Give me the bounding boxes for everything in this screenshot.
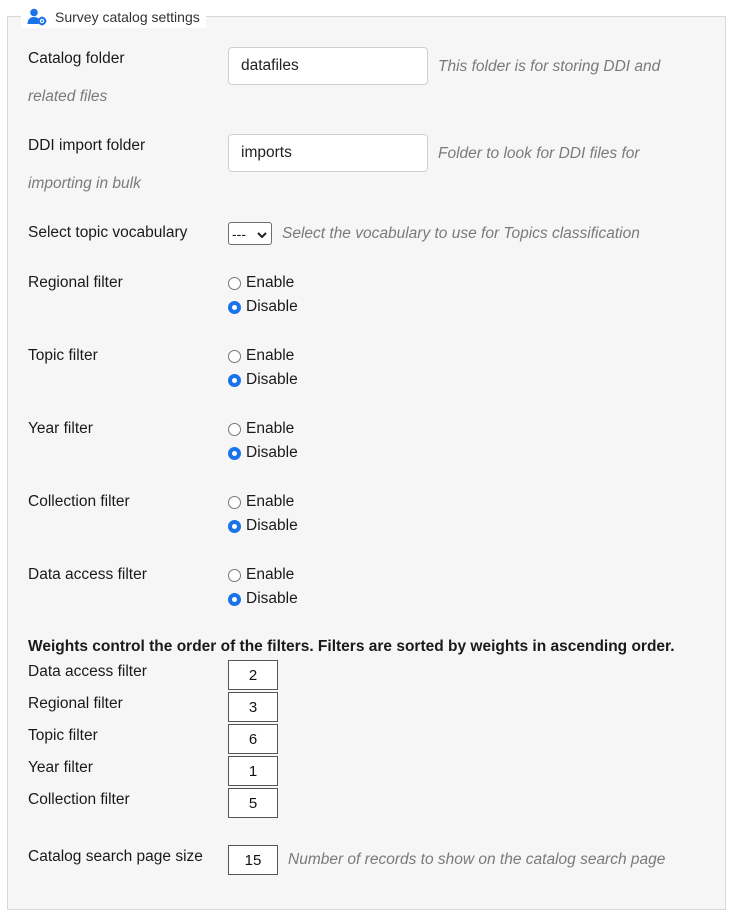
regional-filter-enable-text: Enable [246,274,295,291]
ddi-import-folder-help: Folder to look for DDI files for [438,145,640,162]
data-access-filter-disable-radio[interactable] [228,592,241,606]
ddi-import-folder-label: DDI import folder [28,137,146,154]
year-filter-disable-option[interactable]: Disable [228,444,298,462]
data-access-filter-disable-option[interactable]: Disable [228,590,298,608]
catalog-folder-help: This folder is for storing DDI and [438,58,661,75]
regional-filter-enable-option[interactable]: Enable [228,274,294,292]
year-filter-label: Year filter [28,420,93,437]
weight-data-access-label: Data access filter [28,663,147,680]
weight-year-label: Year filter [28,759,93,776]
topic-filter-enable-radio[interactable] [228,349,241,363]
topic-filter-disable-text: Disable [246,371,298,388]
collection-filter-enable-option[interactable]: Enable [228,493,294,511]
ddi-import-folder-input[interactable] [228,134,428,172]
weight-regional-input[interactable] [228,692,278,722]
data-access-filter-enable-radio[interactable] [228,568,241,582]
catalog-folder-label: Catalog folder [28,50,125,67]
catalog-folder-input[interactable] [228,47,428,85]
page-size-label: Catalog search page size [28,848,203,865]
collection-filter-enable-radio[interactable] [228,495,241,509]
weight-collection-input[interactable] [228,788,278,818]
collection-filter-disable-text: Disable [246,517,298,534]
data-access-filter-enable-option[interactable]: Enable [228,566,294,584]
data-access-filter-disable-text: Disable [246,590,298,607]
ddi-import-folder-help-cont: importing in bulk [28,175,141,192]
topic-filter-enable-text: Enable [246,347,295,364]
data-access-filter-enable-text: Enable [246,566,295,583]
regional-filter-disable-text: Disable [246,298,298,315]
weights-heading: Weights control the order of the filters… [28,638,675,655]
weight-topic-label: Topic filter [28,727,98,744]
year-filter-enable-radio[interactable] [228,422,241,436]
topic-filter-disable-option[interactable]: Disable [228,371,298,389]
weight-year-input[interactable] [228,756,278,786]
topic-vocabulary-help: Select the vocabulary to use for Topics … [282,225,640,242]
weight-data-access-input[interactable] [228,660,278,690]
fieldset-legend: Survey catalog settings [21,6,206,28]
weight-regional-label: Regional filter [28,695,123,712]
topic-filter-enable-option[interactable]: Enable [228,347,294,365]
year-filter-enable-text: Enable [246,420,295,437]
collection-filter-disable-radio[interactable] [228,519,241,533]
legend-title: Survey catalog settings [55,9,200,25]
page-size-input[interactable] [228,845,278,875]
year-filter-disable-radio[interactable] [228,446,241,460]
weight-collection-label: Collection filter [28,791,130,808]
regional-filter-label: Regional filter [28,274,123,291]
weight-topic-input[interactable] [228,724,278,754]
catalog-folder-help-cont: related files [28,88,108,105]
year-filter-disable-text: Disable [246,444,298,461]
regional-filter-disable-option[interactable]: Disable [228,298,298,316]
topic-filter-disable-radio[interactable] [228,373,241,387]
chevron-down-icon [257,226,267,242]
collection-filter-enable-text: Enable [246,493,295,510]
topic-vocabulary-select[interactable]: --- [228,222,272,245]
topic-filter-label: Topic filter [28,347,98,364]
topic-vocabulary-selected: --- [232,225,246,242]
user-gear-icon [27,8,47,26]
collection-filter-disable-option[interactable]: Disable [228,517,298,535]
topic-vocabulary-label: Select topic vocabulary [28,224,188,241]
year-filter-enable-option[interactable]: Enable [228,420,294,438]
regional-filter-enable-radio[interactable] [228,276,241,290]
page-size-help: Number of records to show on the catalog… [288,851,666,868]
collection-filter-label: Collection filter [28,493,130,510]
data-access-filter-label: Data access filter [28,566,147,583]
regional-filter-disable-radio[interactable] [228,300,241,314]
